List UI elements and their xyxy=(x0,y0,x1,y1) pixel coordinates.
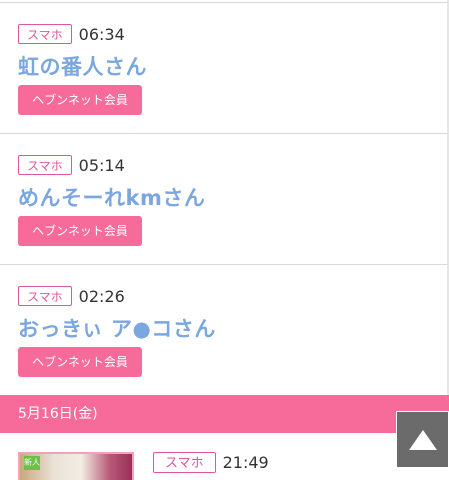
list-item[interactable]: 新人 スマホ 21:49 xyxy=(0,433,449,480)
list-item[interactable]: スマホ 02:26 おっきぃ ア●コさん ヘブンネット会員 xyxy=(0,264,447,394)
entry-time: 02:26 xyxy=(78,286,125,306)
member-badge: ヘブンネット会員 xyxy=(18,85,142,115)
user-name-link[interactable]: めんそーれkmさん xyxy=(18,182,205,212)
entry-meta: スマホ 02:26 xyxy=(18,285,125,307)
scroll-top-button[interactable] xyxy=(396,411,449,468)
user-name-link[interactable]: 虹の番人さん xyxy=(18,51,147,81)
device-badge: スマホ xyxy=(153,451,216,473)
new-tag: 新人 xyxy=(24,456,40,470)
entry-meta: スマホ 21:49 xyxy=(153,451,269,473)
entry-time: 06:34 xyxy=(78,24,125,44)
device-badge: スマホ xyxy=(18,286,72,306)
list-item[interactable]: スマホ 05:14 めんそーれkmさん ヘブンネット会員 xyxy=(0,133,447,264)
triangle-up-icon xyxy=(408,429,437,450)
thumbnail-image[interactable]: 新人 xyxy=(18,452,134,480)
member-badge: ヘブンネット会員 xyxy=(18,347,142,377)
user-name-link[interactable]: おっきぃ ア●コさん xyxy=(18,313,216,343)
entry-meta: スマホ 05:14 xyxy=(18,154,125,176)
device-badge: スマホ xyxy=(18,24,72,44)
entry-time: 21:49 xyxy=(222,452,269,472)
date-header: 5月16日(金) xyxy=(0,395,449,433)
list-item[interactable]: スマホ 06:34 虹の番人さん ヘブンネット会員 xyxy=(0,2,447,133)
member-badge: ヘブンネット会員 xyxy=(18,216,142,246)
page: スマホ 06:34 虹の番人さん ヘブンネット会員 スマホ 05:14 めんそー… xyxy=(0,0,449,480)
device-badge: スマホ xyxy=(18,155,72,175)
entry-time: 05:14 xyxy=(78,155,125,175)
entry-meta: スマホ 06:34 xyxy=(18,23,125,45)
